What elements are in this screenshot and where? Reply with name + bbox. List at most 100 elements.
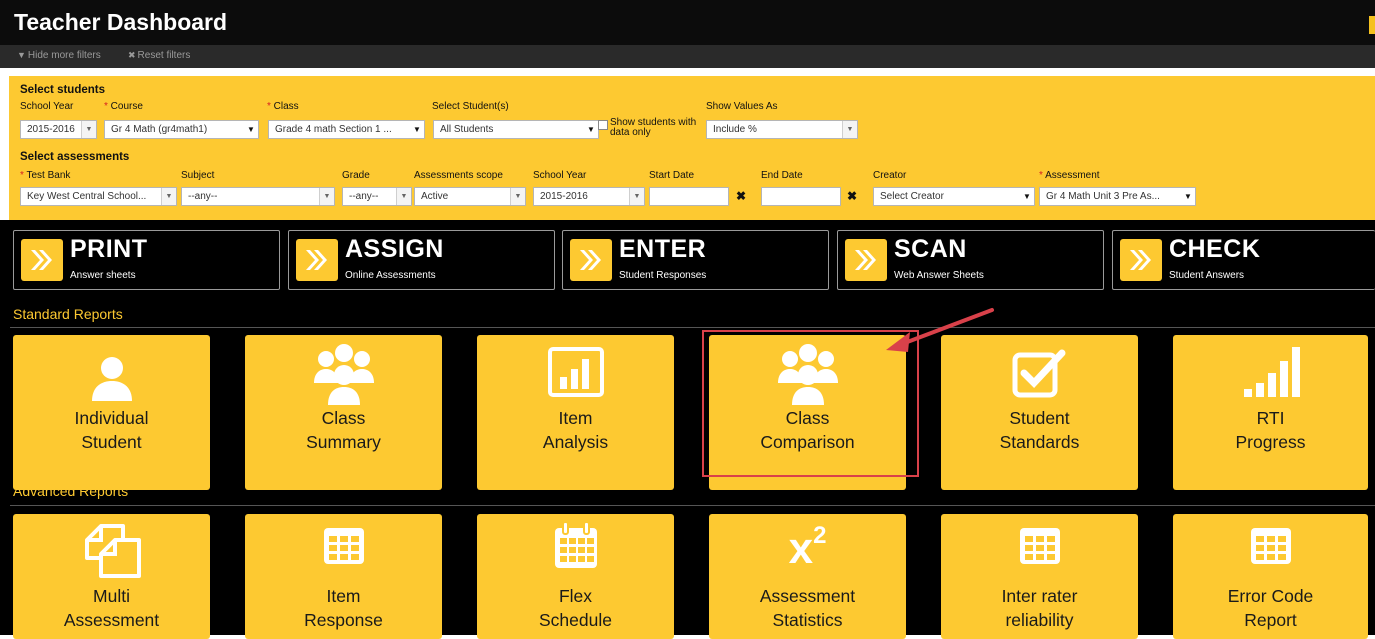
tile-line1: Class (321, 408, 366, 428)
class-label: * Class (267, 101, 299, 112)
start-date-label: Start Date (649, 170, 695, 181)
divider (10, 327, 1375, 328)
double-chevron-icon (296, 239, 338, 281)
chevron-down-icon: ▼ (584, 121, 598, 138)
test-bank-label: * Test Bank (20, 170, 71, 181)
tile-line2: Report (1244, 610, 1297, 630)
double-chevron-icon (570, 239, 612, 281)
test-bank-select[interactable]: Key West Central School... ▼ (20, 187, 177, 206)
class-select[interactable]: Grade 4 math Section 1 ... ▼ (268, 120, 425, 139)
page-title: Teacher Dashboard (14, 9, 228, 35)
multi-assessment-tile[interactable]: Multi Assessment (13, 514, 210, 639)
copy-documents-icon (13, 522, 210, 578)
group-icon (709, 343, 906, 405)
item-analysis-tile[interactable]: Item Analysis (477, 335, 674, 490)
print-title: PRINT (70, 235, 148, 263)
print-button[interactable]: PRINT Answer sheets (13, 230, 280, 290)
end-date-label: End Date (761, 170, 803, 181)
assessment-select[interactable]: Gr 4 Math Unit 3 Pre As... ▼ (1039, 187, 1196, 206)
chevron-down-icon: ▼ (410, 121, 424, 138)
table-icon (941, 526, 1138, 566)
error-code-report-tile[interactable]: Error Code Report (1173, 514, 1368, 639)
tile-line2: Progress (1235, 432, 1306, 452)
grade-label: Grade (342, 170, 370, 181)
scope-select[interactable]: Active ▼ (414, 187, 526, 206)
action-bar: PRINT Answer sheets ASSIGN Online Assess… (0, 220, 1375, 295)
assign-subtitle: Online Assessments (345, 270, 436, 281)
start-date-input[interactable] (649, 187, 729, 206)
students-label: Select Student(s) (432, 101, 509, 112)
chevron-down-icon: ▼ (161, 188, 176, 205)
rti-progress-tile[interactable]: RTI Progress (1173, 335, 1368, 490)
class-summary-tile[interactable]: Class Summary (245, 335, 442, 490)
double-chevron-icon (845, 239, 887, 281)
chevron-down-icon: ▼ (629, 188, 644, 205)
enter-button[interactable]: ENTER Student Responses (562, 230, 829, 290)
assess-school-year-label: School Year (533, 170, 587, 181)
show-values-value: Include % (713, 124, 757, 135)
filter-toolbar: ▼ Hide more filters ✖ Reset filters (0, 45, 1375, 68)
course-value: Gr 4 Math (gr4math1) (111, 124, 208, 135)
tile-line2: Analysis (542, 432, 609, 452)
scan-subtitle: Web Answer Sheets (894, 270, 984, 281)
subject-value: --any-- (188, 191, 218, 202)
check-button[interactable]: CHECK Student Answers (1112, 230, 1375, 290)
chevron-down-icon: ▼ (842, 121, 857, 138)
end-date-input[interactable] (761, 187, 841, 206)
flex-schedule-tile[interactable]: Flex Schedule (477, 514, 674, 639)
course-select[interactable]: Gr 4 Math (gr4math1) ▼ (104, 120, 259, 139)
grade-select[interactable]: --any-- ▼ (342, 187, 412, 206)
show-data-only-checkbox[interactable] (598, 120, 608, 130)
school-year-select[interactable]: 2015-2016 ▼ (20, 120, 97, 139)
assess-school-year-select[interactable]: 2015-2016 ▼ (533, 187, 645, 206)
chevron-down-icon: ▼ (81, 121, 96, 138)
double-chevron-icon (21, 239, 63, 281)
course-label: * Course (104, 101, 143, 112)
tile-line1: Individual (74, 408, 149, 428)
grade-value: --any-- (349, 191, 379, 202)
creator-select[interactable]: Select Creator ▼ (873, 187, 1035, 206)
scope-label: Assessments scope (414, 170, 503, 181)
students-select[interactable]: All Students ▼ (433, 120, 599, 139)
tile-line1: Class (785, 408, 830, 428)
assessment-value: Gr 4 Math Unit 3 Pre As... (1046, 191, 1160, 202)
tile-line1: Multi (93, 586, 130, 606)
chevron-down-icon: ▼ (510, 188, 525, 205)
item-response-tile[interactable]: Item Response (245, 514, 442, 639)
tile-line1: Flex (558, 586, 593, 606)
scan-button[interactable]: SCAN Web Answer Sheets (837, 230, 1104, 290)
assign-button[interactable]: ASSIGN Online Assessments (288, 230, 555, 290)
table-icon (245, 526, 442, 566)
subject-select[interactable]: --any-- ▼ (181, 187, 335, 206)
inter-rater-reliability-tile[interactable]: Inter rater reliability (941, 514, 1138, 639)
student-standards-tile[interactable]: Student Standards (941, 335, 1138, 490)
class-comparison-tile[interactable]: Class Comparison (709, 335, 906, 490)
hide-filters-label: Hide more filters (27, 50, 101, 61)
divider (10, 505, 1375, 506)
tile-line1: Inter rater (1001, 586, 1078, 606)
chevron-down-icon: ▼ (319, 188, 334, 205)
assessment-label: * Assessment (1039, 170, 1100, 181)
reset-filters-button[interactable]: ✖ Reset filters (128, 50, 190, 61)
clear-start-date-icon[interactable]: ✖ (736, 189, 746, 203)
scope-value: Active (421, 191, 449, 202)
creator-value: Select Creator (880, 191, 944, 202)
hide-filters-button[interactable]: ▼ Hide more filters (17, 50, 101, 61)
chevron-down-icon: ▼ (244, 121, 258, 138)
tile-line2: Response (304, 610, 383, 630)
check-subtitle: Student Answers (1169, 270, 1245, 281)
assess-school-year-value: 2015-2016 (540, 191, 588, 202)
individual-student-tile[interactable]: Individual Student (13, 335, 210, 490)
enter-subtitle: Student Responses (619, 270, 707, 281)
signal-bars-icon (1173, 345, 1368, 397)
tile-line1: Error Code (1227, 586, 1314, 606)
enter-title: ENTER (619, 235, 707, 263)
show-values-select[interactable]: Include % ▼ (706, 120, 858, 139)
test-bank-value: Key West Central School... (27, 191, 147, 202)
edge-icon (1369, 16, 1375, 34)
check-title: CHECK (1169, 235, 1261, 263)
tile-line2: Schedule (539, 610, 612, 630)
assessment-statistics-tile[interactable]: x2 Assessment Statistics (709, 514, 906, 639)
clear-end-date-icon[interactable]: ✖ (847, 189, 857, 203)
arrow-icon (886, 308, 994, 352)
